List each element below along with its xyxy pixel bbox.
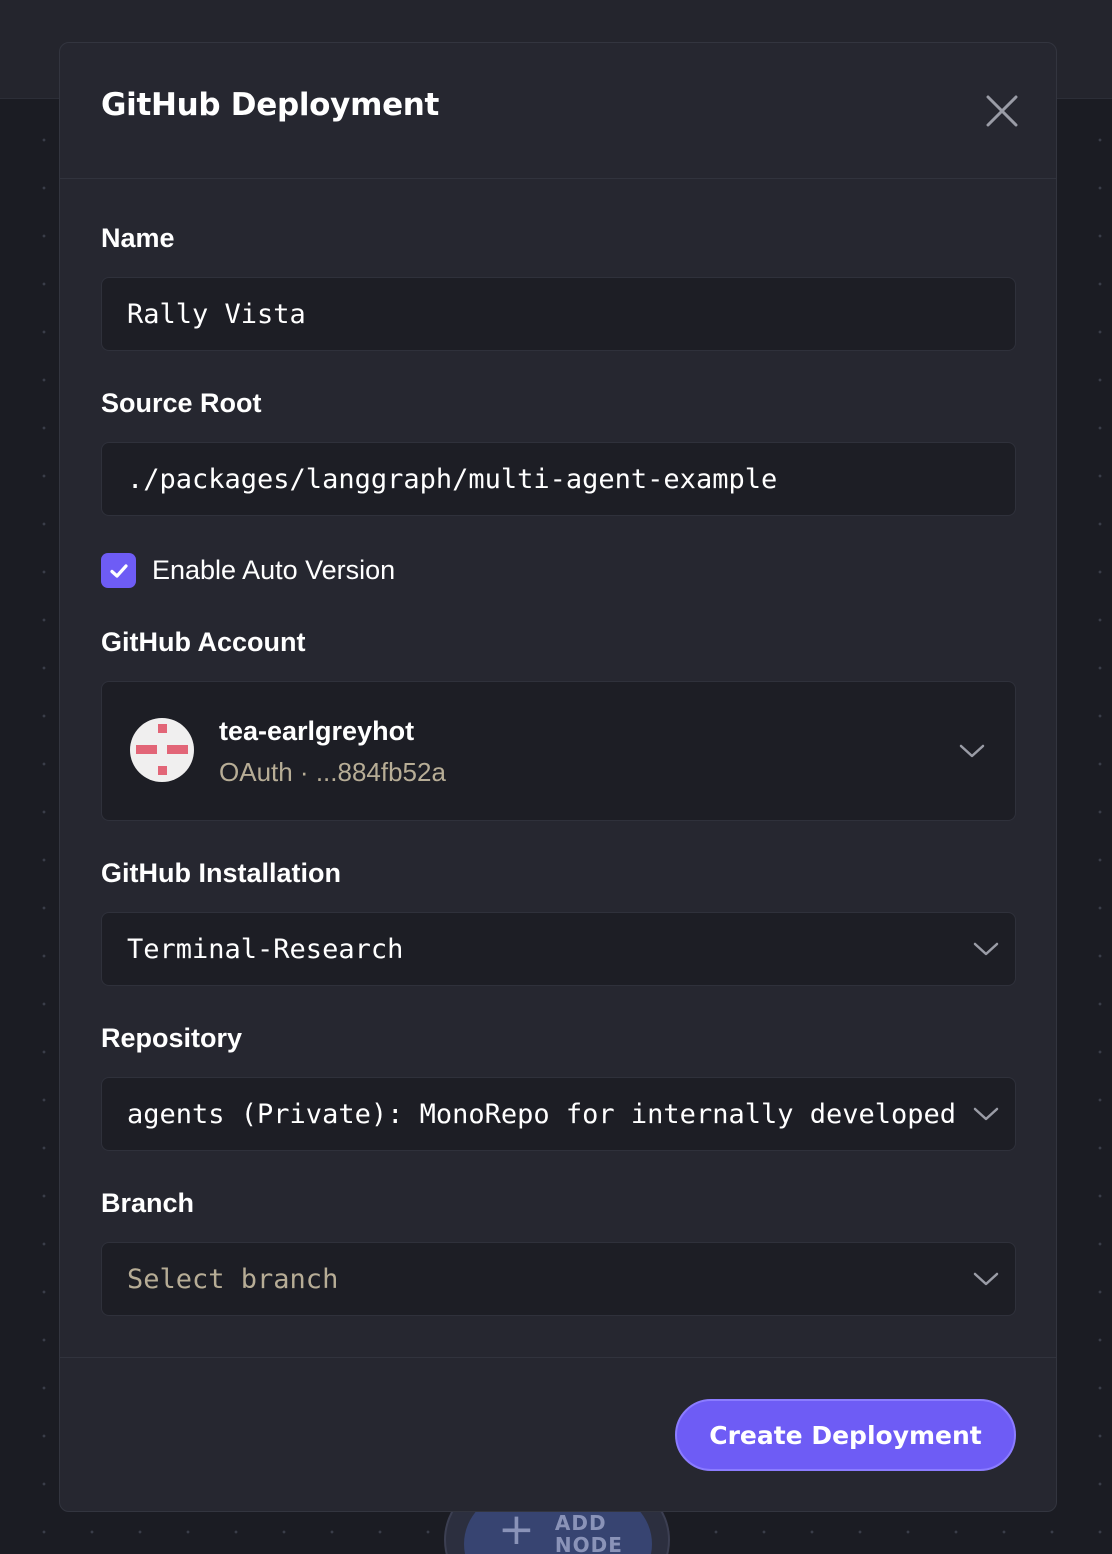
close-icon <box>986 95 1018 127</box>
branch-label: Branch <box>101 1188 195 1218</box>
repository-label: Repository <box>101 1023 243 1053</box>
check-icon <box>109 563 128 578</box>
github-account-label: GitHub Account <box>101 627 306 657</box>
source-root-field-wrapper <box>101 442 1016 516</box>
chevron-down-icon <box>973 1107 999 1121</box>
github-installation-value: Terminal-Research <box>127 933 404 965</box>
source-root-label: Source Root <box>101 388 262 418</box>
account-name: tea-earlgreyhot <box>219 716 415 746</box>
github-deployment-modal: GitHub Deployment Name Source Root Enabl… <box>59 42 1057 1512</box>
auto-version-label: Enable Auto Version <box>152 555 396 585</box>
chevron-down-icon <box>973 942 999 956</box>
modal-title: GitHub Deployment <box>101 87 440 123</box>
github-installation-label: GitHub Installation <box>101 858 341 888</box>
chevron-down-icon <box>973 1272 999 1286</box>
repository-value: agents (Private): MonoRepo for internall… <box>127 1098 957 1130</box>
branch-select[interactable]: Select branch <box>101 1242 1016 1316</box>
branch-placeholder: Select branch <box>127 1263 339 1295</box>
name-field-wrapper <box>101 277 1016 351</box>
add-node-label-line2: NODE <box>554 1533 623 1554</box>
add-node-label-line1: ADD <box>554 1511 607 1535</box>
name-input[interactable] <box>102 278 1015 350</box>
github-account-select[interactable]: tea-earlgreyhot OAuth · ...884fb52a <box>101 681 1016 821</box>
account-avatar <box>130 718 194 782</box>
plus-icon: + <box>498 1504 535 1554</box>
identicon-icon <box>136 724 188 775</box>
chevron-down-icon <box>959 744 985 758</box>
modal-footer-divider <box>60 1357 1056 1358</box>
github-installation-select[interactable]: Terminal-Research <box>101 912 1016 986</box>
auto-version-row: Enable Auto Version <box>101 553 395 588</box>
repository-select[interactable]: agents (Private): MonoRepo for internall… <box>101 1077 1016 1151</box>
auto-version-checkbox[interactable] <box>101 553 136 588</box>
add-node-label: ADD NODE <box>555 1512 623 1554</box>
close-button[interactable] <box>984 93 1020 129</box>
source-root-input[interactable] <box>102 443 1015 515</box>
create-deployment-button[interactable]: Create Deployment <box>675 1399 1016 1471</box>
modal-header: GitHub Deployment <box>60 43 1056 179</box>
name-label: Name <box>101 223 175 253</box>
account-meta: OAuth · ...884fb52a <box>219 757 446 787</box>
